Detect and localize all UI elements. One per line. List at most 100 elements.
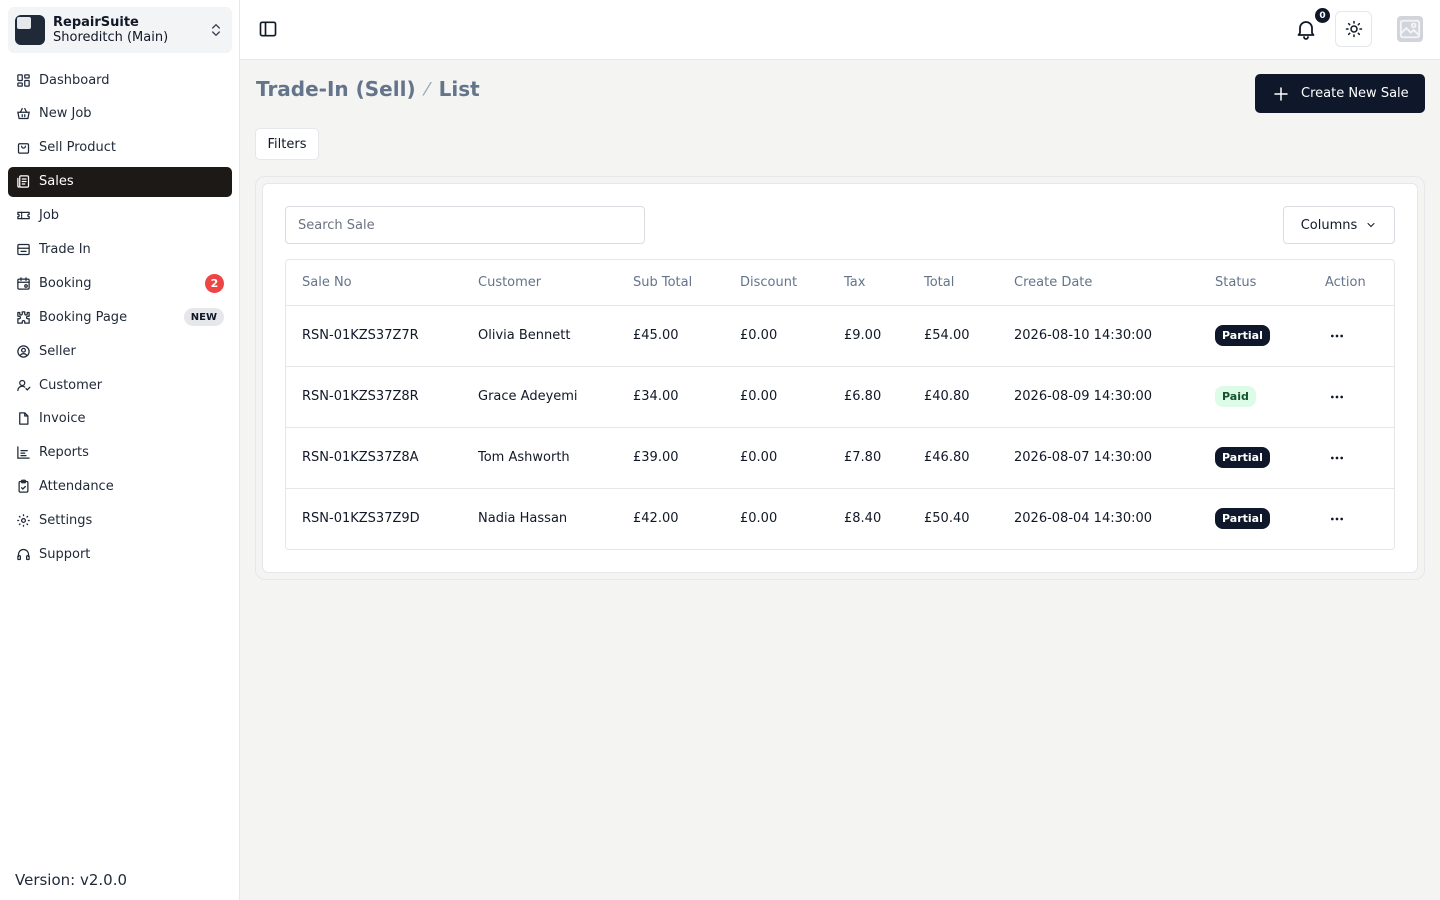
create-new-sale-label: Create New Sale: [1301, 86, 1409, 101]
customer-cell: Olivia Bennett: [462, 305, 617, 367]
sidebar-item-booking[interactable]: Booking 2: [8, 268, 232, 298]
tax-cell: £7.80: [828, 427, 908, 489]
file-icon: [19, 412, 29, 426]
sidebar-item-label: Customer: [39, 377, 103, 393]
sale-no-cell: RSN-01KZS37Z7R: [286, 305, 462, 367]
status-badge: Partial: [1215, 447, 1270, 468]
sidebar-item-reports[interactable]: Reports: [8, 438, 232, 468]
total-cell: £46.80: [908, 427, 998, 489]
sidebar-item-label: Seller: [39, 343, 76, 359]
column-header[interactable]: Status: [1199, 260, 1309, 306]
gear-icon: [17, 514, 30, 527]
sidebar-item-label: Booking Page: [39, 309, 128, 325]
notification-count-badge: 0: [1315, 8, 1330, 23]
column-header[interactable]: Tax: [828, 260, 908, 306]
column-header[interactable]: Customer: [462, 260, 617, 306]
sub-total-cell: £42.00: [633, 511, 679, 527]
table-row[interactable]: RSN-01KZS37Z9D Nadia Hassan £42.00 £0.00…: [286, 488, 1394, 549]
sidebar-item-dashboard[interactable]: Dashboard: [8, 65, 232, 95]
app-version: Version: v2.0.0: [15, 871, 128, 889]
sidebar-item-new-job[interactable]: New Job: [8, 99, 232, 129]
row-actions-button[interactable]: [1325, 326, 1349, 346]
discount-cell: £0.00: [724, 305, 828, 367]
sun-icon: [1345, 20, 1362, 38]
status-badge: Partial: [1215, 325, 1270, 346]
user-icon: [17, 379, 31, 391]
store-branch: Shoreditch (Main): [53, 30, 169, 45]
store-logo: [15, 15, 45, 45]
column-header[interactable]: Total: [908, 260, 998, 306]
shopping-bag-icon: [17, 143, 30, 155]
store-switcher[interactable]: RepairSuite Shoreditch (Main): [8, 7, 232, 53]
column-header[interactable]: Create Date: [998, 260, 1199, 306]
column-header[interactable]: Sub Total: [617, 260, 724, 306]
sidebar-nav: Dashboard New Job Sell Product Sales Job…: [8, 65, 232, 573]
create-new-sale-button[interactable]: Create New Sale: [1255, 74, 1425, 113]
sub-total-cell: £39.00: [617, 427, 724, 489]
sale-no-cell: RSN-01KZS37Z9D: [302, 511, 420, 527]
row-actions-button[interactable]: [1325, 387, 1349, 407]
headphones-icon: [17, 548, 30, 561]
customer-cell: Nadia Hassan: [478, 511, 568, 527]
table-row[interactable]: RSN-01KZS37Z7R Olivia Bennett £45.00 £0.…: [286, 305, 1394, 367]
sales-icon: [17, 175, 30, 188]
notification-bell-icon[interactable]: [1294, 17, 1318, 41]
tax-cell: £8.40: [844, 511, 882, 527]
sidebar-item-invoice[interactable]: Invoice: [8, 404, 232, 434]
tax-cell: £6.80: [828, 366, 908, 428]
filters-button[interactable]: Filters: [255, 128, 319, 160]
sidebar-item-label: Invoice: [39, 411, 86, 427]
sidebar-item-label: New Job: [39, 106, 92, 122]
sidebar-toggle-icon[interactable]: [258, 19, 278, 39]
sidebar-item-attendance[interactable]: Attendance: [8, 472, 232, 502]
breadcrumb-section[interactable]: Trade-In (Sell): [256, 77, 416, 101]
column-header[interactable]: Discount: [724, 260, 828, 306]
reports-icon: [17, 446, 30, 460]
search-input[interactable]: [285, 206, 645, 244]
create-date-cell: 2026-08-07 14:30:00: [998, 427, 1199, 489]
columns-button[interactable]: Columns: [1283, 206, 1395, 244]
discount-cell: £0.00: [740, 511, 778, 527]
new-job-icon: [17, 108, 30, 120]
columns-label: Columns: [1300, 217, 1358, 233]
theme-toggle-button[interactable]: [1335, 11, 1372, 47]
more-horizontal-icon: [1331, 456, 1343, 459]
sidebar-item-settings[interactable]: Settings: [8, 506, 232, 536]
tax-cell: £9.00: [828, 305, 908, 367]
sidebar-item-job[interactable]: Job: [8, 201, 232, 231]
column-header[interactable]: Sale No: [286, 260, 462, 306]
row-actions-button[interactable]: [1325, 509, 1349, 529]
sidebar-item-customer[interactable]: Customer: [8, 370, 232, 400]
status-badge: Paid: [1215, 386, 1256, 407]
puzzle-icon: [17, 310, 30, 324]
row-actions-button[interactable]: [1325, 448, 1349, 468]
trade-in-icon: [17, 243, 30, 256]
sidebar-item-label: Trade In: [39, 241, 91, 257]
ticket-icon: [17, 211, 30, 220]
sidebar-item-booking-page[interactable]: Booking Page NEW: [8, 302, 232, 332]
sidebar-item-support[interactable]: Support: [8, 539, 232, 569]
top-bar: 0: [240, 0, 1440, 60]
sidebar-item-sell-product[interactable]: Sell Product: [8, 133, 232, 163]
sidebar-item-trade-in[interactable]: Trade In: [8, 234, 232, 264]
create-date-cell: 2026-08-09 14:30:00: [998, 366, 1199, 428]
more-horizontal-icon: [1331, 334, 1343, 337]
sidebar-item-sales[interactable]: Sales: [8, 166, 232, 197]
chevrons-up-down-icon: [212, 24, 220, 36]
more-horizontal-icon: [1331, 395, 1343, 398]
table-row[interactable]: RSN-01KZS37Z8R Grace Adeyemi £34.00 £0.0…: [286, 366, 1394, 428]
customer-cell: Tom Ashworth: [462, 427, 617, 489]
table-row[interactable]: RSN-01KZS37Z8A Tom Ashworth £39.00 £0.00…: [286, 427, 1394, 489]
sidebar: RepairSuite Shoreditch (Main) Dashboard …: [0, 0, 240, 900]
store-name: RepairSuite: [53, 15, 139, 30]
total-cell: £50.40: [924, 511, 970, 527]
sale-no-cell: RSN-01KZS37Z8R: [286, 366, 462, 428]
sales-table: Sale No Customer Sub Total Discount Tax …: [285, 259, 1395, 550]
sidebar-item-label: Reports: [39, 445, 89, 461]
avatar[interactable]: [1397, 16, 1423, 42]
breadcrumb-separator: ⁄: [425, 78, 429, 100]
sidebar-item-label: Attendance: [39, 479, 114, 495]
sidebar-item-label: Sales: [39, 174, 74, 190]
new-badge: NEW: [183, 308, 224, 327]
sidebar-item-seller[interactable]: Seller: [8, 336, 232, 366]
